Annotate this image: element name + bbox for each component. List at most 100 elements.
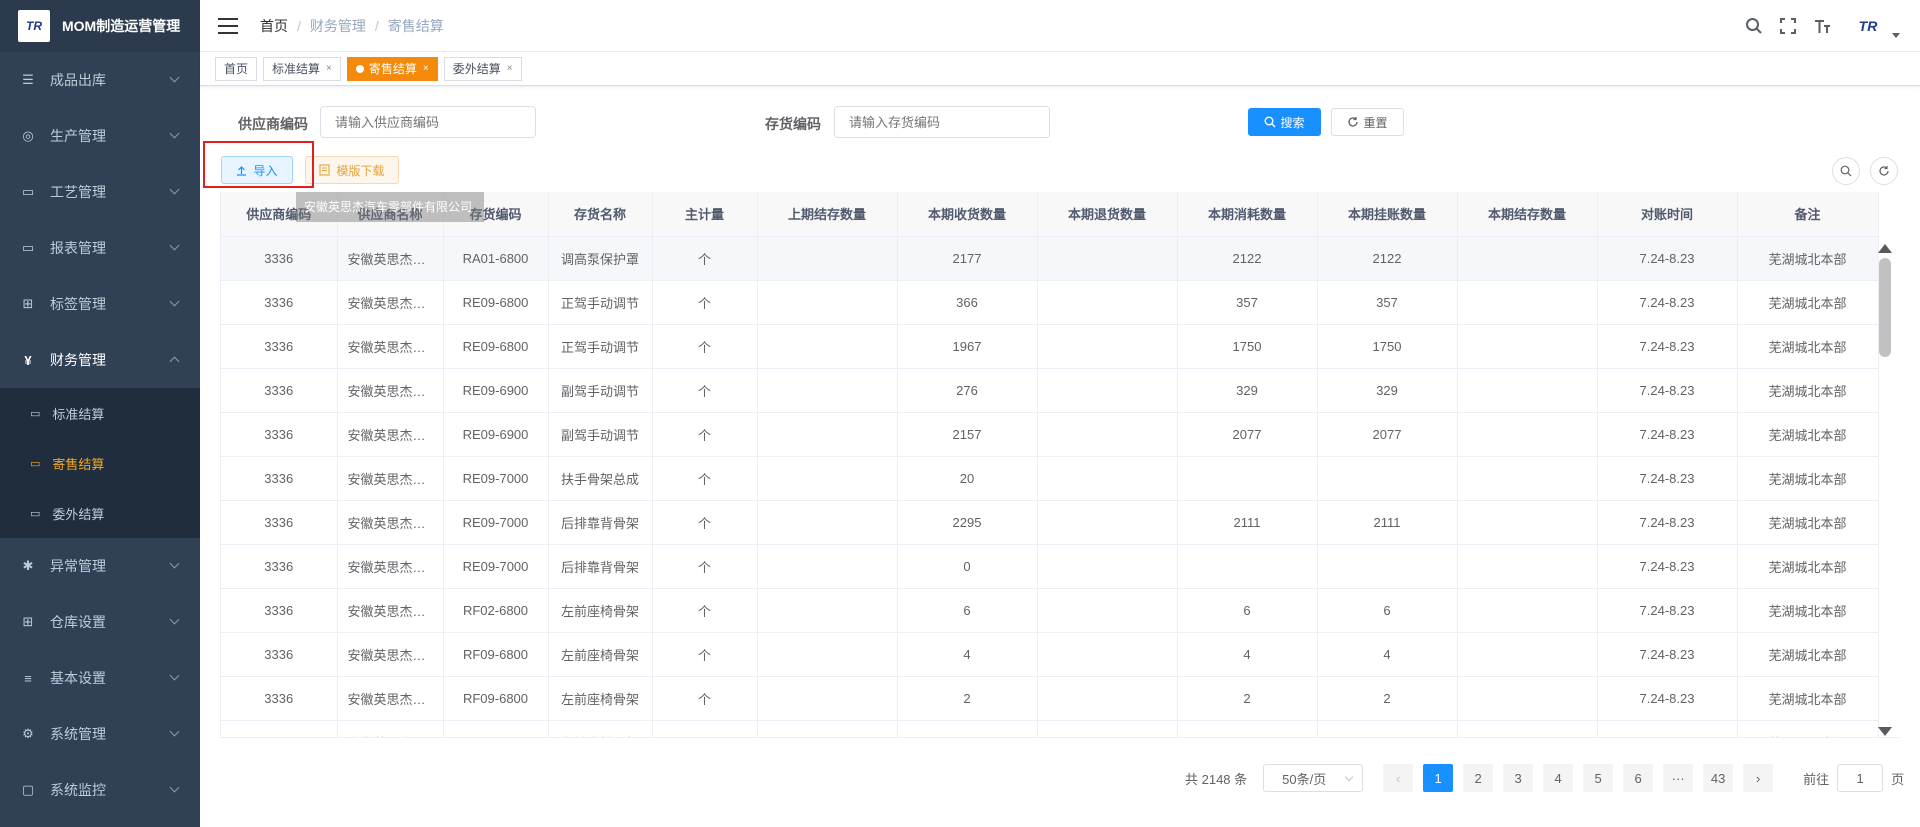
report-icon: ▭ [30,507,41,520]
sidebar-item-label-management[interactable]: ⊞ 标签管理 [0,276,200,332]
table-cell [1037,588,1178,633]
table-row[interactable]: 3336安徽英思杰汽车零部件有限公司RE09-6800正驾手动调节个 366 357… [221,280,1879,325]
tag-consignment-settlement[interactable]: 寄售结算 × [346,56,438,81]
goto-suffix: 页 [1891,771,1905,787]
font-size-icon[interactable] [1812,16,1832,36]
table-row[interactable]: 3336安徽英思杰汽车零部件有限公司RF09-6800左前座椅骨架个4447.2… [221,632,1879,677]
table-cell [1037,500,1178,545]
tag-outsourcing-settlement[interactable]: 委外结算 × [443,56,522,81]
table-cell: 个 [652,368,758,413]
sidebar-item-finance[interactable]: ¥ 财务管理 [0,332,200,388]
sidebar-item-finished-goods-outbound[interactable]: ☰ 成品出库 [0,52,200,108]
table-cell: 4 [897,632,1038,677]
sidebar-item-basic-settings[interactable]: ≡ 基本设置 [0,650,200,706]
scroll-down-arrow-icon[interactable] [1878,727,1892,736]
sidebar-item-production[interactable]: ◎ 生产管理 [0,108,200,164]
sidebar-item-exception[interactable]: ✱ 异常管理 [0,538,200,594]
table-row[interactable]: 3336安徽英思杰汽车零部件有限公司RE09-7000后排靠背骨架个 0 7.24-… [221,544,1879,589]
search-button[interactable]: 搜索 [1248,108,1321,136]
close-icon[interactable]: × [423,63,429,74]
table-cell: 2 [1177,676,1318,721]
search-icon[interactable] [1744,16,1764,36]
table-cell [1037,676,1178,721]
table-body: 3336安徽英思杰汽车零部件有限公司RA01-6800调高泵保护罩个217721… [221,236,1879,737]
search-button-label: 搜索 [1280,115,1305,130]
table-row[interactable]: 3336安徽英思杰汽车零部件有限公司RE09-7000后排靠背骨架个 2295 21… [221,500,1879,545]
table-cell: 2177 [897,236,1038,281]
supplier-code-label: 供应商编码 [238,116,308,132]
table-row[interactable]: 3336安徽英思杰汽车零部件有限公司RF09-6800左前座椅骨架个1117.2… [221,720,1879,737]
breadcrumb-level1: 财务管理 [309,17,366,34]
breadcrumb-home[interactable]: 首页 [260,16,288,36]
page-number-button[interactable]: 4 [1543,764,1574,792]
close-icon[interactable]: × [326,63,332,74]
table-cell: 后排靠背骨架 [548,544,653,589]
template-download-button[interactable]: 模版下载 [305,156,399,184]
sidebar-item-system[interactable]: ⚙ 系统管理 [0,706,200,762]
caret-down-icon[interactable] [1892,32,1900,38]
table-cell: 安徽英思杰汽车零部件有限公司 [337,720,444,737]
scroll-up-arrow-icon[interactable] [1878,244,1892,253]
fullscreen-icon[interactable] [1778,16,1798,36]
goto-page-input[interactable]: 1 [1837,764,1884,792]
reset-button[interactable]: 重置 [1331,108,1404,136]
scrollbar-thumb[interactable] [1879,258,1891,357]
table-cell: 芜湖城北本部 [1737,412,1879,457]
sidebar-item-report[interactable]: ▭ 报表管理 [0,220,200,276]
table-cell: 3336 [221,588,338,633]
page-number-button[interactable]: 1 [1423,764,1454,792]
inventory-code-input[interactable] [834,106,1050,138]
table-cell [1457,632,1598,677]
table-cell: 芜湖城北本部 [1737,236,1879,281]
tag-standard-settlement[interactable]: 标准结算 × [263,56,341,81]
menu-toggle-icon[interactable] [218,17,238,34]
sidebar-menu: ☰ 成品出库 ◎ 生产管理 ▭ 工艺管理 ▭ 报表管理 ⊞ 标签管理 ¥ 财务管… [0,52,200,818]
sidebar-item-outsourcing-settlement[interactable]: ▭ 委外结算 [0,488,200,538]
toggle-search-button[interactable] [1832,157,1860,185]
sidebar-item-monitor[interactable]: ▢ 系统监控 [0,762,200,818]
chevron-down-icon [169,128,180,139]
table-row[interactable]: 3336安徽英思杰汽车零部件有限公司RE09-6900副驾手动调节个 276 329… [221,368,1879,413]
close-icon[interactable]: × [507,63,513,74]
page-number-button[interactable]: 43 [1703,764,1734,792]
search-form: 供应商编码 存货编码 搜索 重置 [200,86,1920,156]
chevron-down-icon [169,558,180,569]
pagination-total: 共 2148 条 [1185,771,1248,787]
chevron-down-icon [169,726,180,737]
table-row[interactable]: 3336安徽英思杰汽车零部件有限公司RE09-6800正驾手动调节个 1967 17… [221,324,1879,369]
table-cell: 7.24-8.23 [1597,500,1738,545]
tag-home[interactable]: 首页 [215,56,258,81]
more-pages-button[interactable]: ··· [1663,764,1694,792]
table-cell: RA01-6800 [443,236,549,281]
table-cell: 安徽英思杰汽车零部件有限公司 [337,324,444,369]
page-number-button[interactable]: 5 [1583,764,1614,792]
sidebar-item-label: 标签管理 [50,296,106,312]
import-button[interactable]: 导入 [221,156,293,184]
page-number-button[interactable]: 6 [1623,764,1654,792]
prev-page-button[interactable]: ‹ [1383,764,1414,792]
table-cell: 3336 [221,324,338,369]
supplier-code-input[interactable] [320,106,536,138]
avatar[interactable]: TR [1848,10,1888,42]
table-row[interactable]: 3336安徽英思杰汽车零部件有限公司RA01-6800调高泵保护罩个 2177 21… [221,236,1879,281]
table-cell: 左前座椅骨架 [548,588,653,633]
table-cell: 芜湖城北本部 [1737,456,1879,501]
table-cell: 20 [897,456,1038,501]
sidebar-item-process[interactable]: ▭ 工艺管理 [0,164,200,220]
table-cell: 安徽英思杰汽车零部件有限公司 [337,544,444,589]
table-row[interactable]: 3336安徽英思杰汽车零部件有限公司RF09-6800左前座椅骨架个2227.2… [221,676,1879,721]
table-cell: 正驾手动调节 [548,324,653,369]
sidebar-item-standard-settlement[interactable]: ▭ 标准结算 [0,388,200,438]
table-row[interactable]: 3336安徽英思杰汽车零部件有限公司RE09-7000扶手骨架总成个 20 7.24… [221,456,1879,501]
table-row[interactable]: 3336安徽英思杰汽车零部件有限公司RF02-6800左前座椅骨架个6667.2… [221,588,1879,633]
page-number-button[interactable]: 2 [1463,764,1494,792]
sidebar-item-consignment-settlement[interactable]: ▭ 寄售结算 [0,438,200,488]
table-row[interactable]: 3336安徽英思杰汽车零部件有限公司RE09-6900副驾手动调节个 2157 20… [221,412,1879,457]
next-page-button[interactable]: › [1743,764,1774,792]
sidebar-item-warehouse[interactable]: ⊞ 仓库设置 [0,594,200,650]
refresh-table-button[interactable] [1870,157,1898,185]
table-scrollbar[interactable] [1878,236,1892,738]
page-number-button[interactable]: 3 [1503,764,1534,792]
table-cell: 0 [897,544,1038,589]
page-size-select[interactable]: 50条/页 [1263,764,1364,792]
